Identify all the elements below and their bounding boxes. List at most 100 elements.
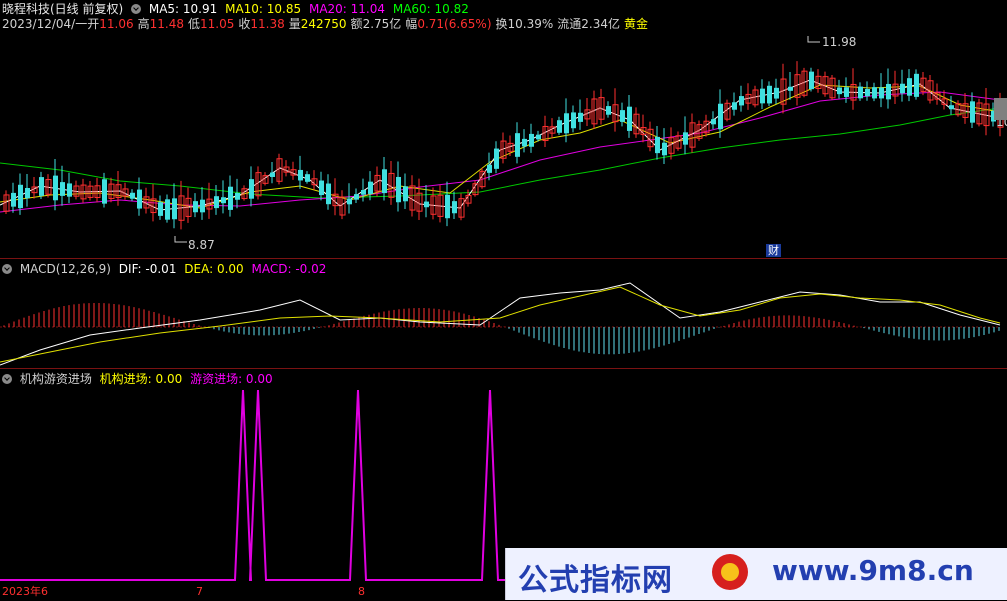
candle-body — [221, 197, 226, 204]
candle-body — [53, 175, 58, 201]
candle-body — [445, 194, 450, 219]
candle-body — [788, 86, 793, 91]
candle-body — [158, 202, 163, 216]
candle-body — [200, 199, 205, 213]
indicator-dropdown-icon[interactable] — [2, 374, 12, 384]
watermark-url: www.9m8.cn — [772, 554, 974, 587]
indicator-header: 机构游资进场 机构进场: 0.00 游资进场: 0.00 — [2, 371, 277, 387]
right-scroll-handle[interactable] — [994, 98, 1007, 120]
x-axis-label-jul: 7 — [196, 585, 203, 598]
candle-body — [655, 136, 660, 154]
candle-body — [900, 83, 905, 94]
candle-body — [214, 196, 219, 209]
candle-body — [165, 199, 170, 220]
candle-body — [382, 169, 387, 194]
candle-body — [627, 106, 632, 131]
candle-body — [487, 164, 492, 173]
candle-body — [886, 83, 891, 100]
candle-body — [879, 87, 884, 99]
candle-body — [606, 106, 611, 115]
macd-dif: DIF: -0.01 — [118, 262, 177, 276]
candle-body — [907, 78, 912, 96]
candle-body — [571, 112, 576, 129]
x-axis-label-jun: 2023年6 — [2, 585, 48, 598]
candle-body — [172, 198, 177, 220]
panel-divider-bottom — [0, 368, 1007, 369]
candle-body — [739, 96, 744, 106]
macd-dropdown-icon[interactable] — [2, 264, 12, 274]
candle-body — [662, 142, 667, 156]
candle-body — [578, 112, 583, 122]
candle-body — [858, 86, 863, 99]
indicator-title[interactable]: 机构游资进场 — [20, 372, 92, 386]
candle-body — [130, 192, 135, 199]
candle-body — [424, 201, 429, 208]
ma60-line — [0, 107, 1001, 199]
candle-body — [494, 148, 499, 169]
macd-title[interactable]: MACD(12,26,9) — [20, 262, 111, 276]
candle-body — [403, 186, 408, 202]
x-axis-label-aug: 8 — [358, 585, 365, 598]
candle-body — [529, 133, 534, 147]
indicator-hot: 游资进场: 0.00 — [190, 372, 273, 386]
candle-body — [872, 87, 877, 99]
candle-body — [67, 183, 72, 197]
candle-body — [837, 87, 842, 95]
candle-body — [305, 174, 310, 182]
candle-body — [102, 179, 107, 204]
candle-body — [865, 89, 870, 97]
macd-dea: DEA: 0.00 — [184, 262, 244, 276]
candle-body — [970, 101, 975, 123]
candle-body — [60, 182, 65, 196]
low-price-marker: 8.87 — [188, 238, 215, 252]
ma20-line — [0, 91, 1001, 213]
macd-macd: MACD: -0.02 — [251, 262, 327, 276]
indicator-inst: 机构进场: 0.00 — [99, 372, 183, 386]
ma5-line — [0, 79, 1001, 211]
candle-body — [683, 132, 688, 145]
candle-body — [844, 87, 849, 97]
high-price-marker: 11.98 — [822, 35, 857, 49]
candle-body — [319, 180, 324, 196]
candle-body — [326, 183, 331, 205]
watermark-logo-icon — [712, 554, 748, 590]
candle-body — [396, 176, 401, 203]
candle-body — [620, 110, 625, 122]
watermark-banner: 公式指标网 www.9m8.cn — [505, 548, 1007, 600]
candle-body — [522, 138, 527, 147]
candle-body — [557, 120, 562, 133]
candle-body — [368, 181, 373, 194]
chart-canvas[interactable] — [0, 0, 1007, 600]
watermark-cn: 公式指标网 — [518, 563, 673, 598]
candle-body — [732, 102, 737, 110]
candle-body — [354, 194, 359, 200]
candle-body — [39, 177, 44, 196]
candle-body — [298, 169, 303, 181]
candle-body — [914, 73, 919, 97]
candle-body — [767, 85, 772, 104]
candle-body — [249, 179, 254, 199]
candle-body — [774, 87, 779, 99]
candle-body — [809, 71, 814, 90]
candle-body — [711, 119, 716, 125]
ma10-line — [0, 84, 1001, 209]
candle-body — [228, 186, 233, 210]
candle-body — [11, 192, 16, 207]
candle-body — [949, 105, 954, 110]
high-pointer — [807, 36, 820, 43]
candle-body — [347, 198, 352, 205]
candle-body — [718, 103, 723, 130]
candle-body — [18, 184, 23, 209]
candle-body — [515, 133, 520, 157]
candle-body — [137, 189, 142, 209]
panel-divider-top — [0, 258, 1007, 259]
candle-body — [25, 187, 30, 199]
finance-event-badge[interactable]: 财 — [766, 244, 781, 257]
candle-body — [193, 201, 198, 213]
candle-body — [270, 172, 275, 177]
candle-body — [760, 88, 765, 104]
candle-body — [235, 192, 240, 200]
macd-header: MACD(12,26,9) DIF: -0.01 DEA: 0.00 MACD:… — [2, 261, 330, 277]
candle-body — [452, 201, 457, 214]
candle-body — [564, 113, 569, 134]
